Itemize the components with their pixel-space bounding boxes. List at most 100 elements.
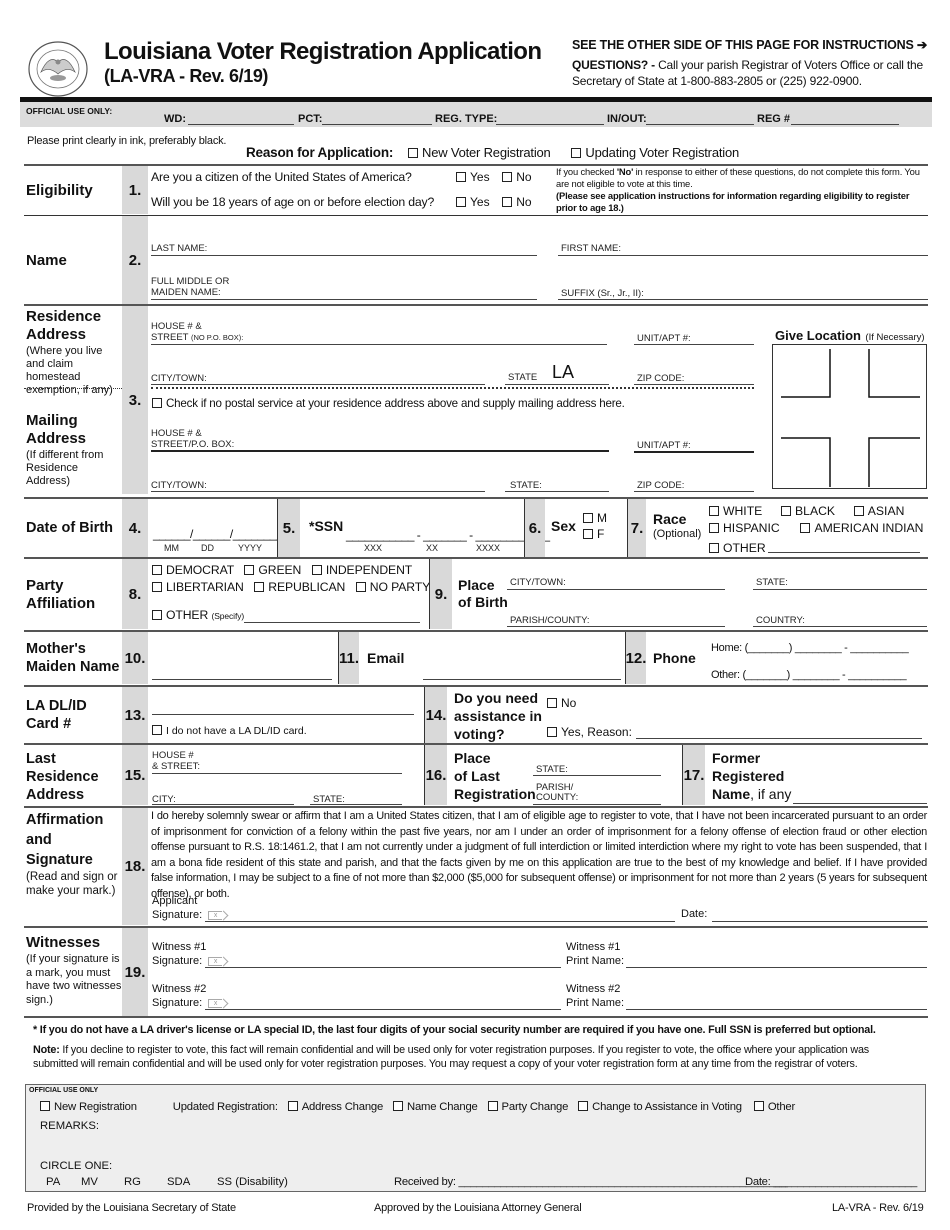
race-option-label: WHITE — [723, 504, 763, 518]
confidentiality-note: Note: If you decline to register to vote… — [33, 1043, 913, 1071]
w1-print-name-field[interactable] — [626, 967, 927, 968]
party-green-checkbox[interactable] — [244, 565, 255, 575]
first-name-field[interactable] — [558, 255, 928, 256]
assistance-reason-field[interactable] — [636, 738, 922, 739]
last-res-state-field[interactable] — [310, 804, 402, 805]
circle-option-sda[interactable]: SDA — [167, 1176, 190, 1188]
official-address-change-checkbox[interactable] — [287, 1101, 298, 1111]
circle-option-ss[interactable]: SS (Disability) — [217, 1176, 288, 1188]
citizen-yes-checkbox[interactable] — [456, 172, 466, 182]
label-line: HOUSE # & — [151, 428, 202, 439]
party-other-checkbox[interactable] — [152, 610, 162, 620]
birth-country-field[interactable] — [753, 626, 927, 627]
last-res-city-field[interactable] — [152, 804, 294, 805]
divider — [24, 630, 928, 632]
reg-num-field[interactable] — [791, 124, 899, 125]
other-phone-field[interactable]: Other: (_______) ________ - __________ — [711, 669, 907, 681]
last-name-field[interactable] — [151, 255, 537, 256]
no-postal-checkbox[interactable] — [152, 398, 162, 408]
signature-date-field[interactable] — [712, 921, 927, 922]
official-assistance-change-checkbox[interactable] — [578, 1101, 589, 1111]
reason-new-checkbox[interactable] — [408, 148, 419, 158]
arrow-right-icon: ➔ — [916, 38, 928, 52]
mail-state-field[interactable] — [505, 491, 609, 492]
race-option-label: HISPANIC — [723, 521, 780, 535]
no-dl-checkbox[interactable] — [152, 725, 162, 735]
label-line: Signature: — [152, 909, 203, 921]
item-number: 6. — [525, 499, 545, 557]
age-no-checkbox[interactable] — [502, 197, 513, 207]
birth-city-field[interactable] — [507, 589, 725, 590]
home-phone-field[interactable]: Home: (_______) ________ - __________ — [711, 642, 909, 654]
wd-field[interactable] — [188, 124, 294, 125]
suffix-field[interactable] — [558, 299, 928, 300]
pct-field[interactable] — [322, 124, 432, 125]
citizen-no-checkbox[interactable] — [502, 172, 513, 182]
race-american-indian-checkbox[interactable] — [800, 523, 811, 533]
middle-name-field[interactable] — [151, 299, 537, 300]
mail-zip-label: ZIP CODE: — [637, 480, 685, 491]
applicant-signature-field[interactable] — [205, 921, 675, 922]
res-city-field[interactable] — [151, 384, 485, 385]
ssn-field[interactable]: ___________ - _______ - ____________ — [346, 528, 550, 542]
party-other-field[interactable] — [244, 622, 420, 623]
mail-zip-field[interactable] — [634, 491, 754, 492]
former-name-field[interactable] — [793, 803, 927, 804]
party-libertarian-checkbox[interactable] — [152, 582, 162, 592]
w2-signature-field[interactable] — [205, 1009, 561, 1010]
page-title: Louisiana Voter Registration Application — [104, 38, 542, 65]
assistance-yes-checkbox[interactable] — [547, 727, 557, 737]
official-name-change-checkbox[interactable] — [392, 1101, 403, 1111]
email-field[interactable] — [423, 679, 621, 680]
assistance-no-checkbox[interactable] — [547, 698, 557, 708]
circle-option-pa[interactable]: PA — [46, 1176, 60, 1188]
circle-option-mv[interactable]: MV — [81, 1176, 98, 1188]
race-other-field[interactable] — [768, 552, 920, 553]
race-asian-checkbox[interactable] — [853, 506, 864, 516]
label-line: Signature: — [152, 997, 203, 1009]
mail-unit-field[interactable] — [634, 451, 754, 453]
official-other-checkbox[interactable] — [753, 1101, 764, 1111]
race-black-checkbox[interactable] — [781, 506, 792, 516]
last-reg-parish-field[interactable] — [533, 804, 661, 805]
last-res-street-field[interactable] — [152, 773, 402, 774]
sex-f-checkbox[interactable] — [583, 529, 593, 539]
last-reg-state-field[interactable] — [533, 775, 661, 776]
received-by-field[interactable]: Received by: ___________________________… — [394, 1176, 788, 1188]
age-yes-checkbox[interactable] — [456, 197, 466, 207]
party-independent-checkbox[interactable] — [311, 565, 322, 575]
mail-street-field[interactable] — [151, 450, 609, 452]
mail-city-field[interactable] — [151, 491, 485, 492]
race-option-label: ASIAN — [867, 504, 905, 518]
divider — [24, 1016, 928, 1018]
race-option-label: OTHER — [723, 541, 766, 555]
official-new-reg-checkbox[interactable] — [40, 1101, 50, 1111]
official-date-field[interactable]: Date: ________________________ — [745, 1176, 917, 1188]
res-street-field[interactable] — [151, 344, 607, 345]
reason-update-checkbox[interactable] — [571, 148, 582, 158]
w2-print-name-field[interactable] — [626, 1009, 927, 1010]
res-state-field[interactable] — [505, 384, 609, 385]
reg-type-field[interactable] — [496, 124, 604, 125]
race-hispanic-checkbox[interactable] — [709, 523, 719, 533]
race-other-checkbox[interactable] — [709, 543, 719, 553]
sex-m-checkbox[interactable] — [583, 513, 593, 523]
birth-state-field[interactable] — [753, 589, 927, 590]
birth-parish-field[interactable] — [507, 626, 725, 627]
in-out-field[interactable] — [646, 124, 754, 125]
party-democrat-checkbox[interactable] — [152, 565, 162, 575]
party-republican-checkbox[interactable] — [254, 582, 265, 592]
res-zip-field[interactable] — [634, 384, 754, 385]
give-location-label: Give Location — [775, 328, 861, 343]
race-white-checkbox[interactable] — [709, 506, 719, 516]
dl-number-field[interactable] — [152, 714, 414, 715]
dob-field[interactable]: ______/______/__________ — [153, 527, 295, 541]
circle-option-rg[interactable]: RG — [124, 1176, 141, 1188]
res-unit-field[interactable] — [634, 344, 754, 345]
phone-label: Phone — [653, 650, 696, 666]
official-party-change-checkbox[interactable] — [487, 1101, 498, 1111]
mother-maiden-name-field[interactable] — [152, 679, 332, 680]
w1-signature-field[interactable] — [205, 967, 561, 968]
party-no-party-checkbox[interactable] — [355, 582, 366, 592]
location-map-box[interactable] — [772, 344, 927, 489]
